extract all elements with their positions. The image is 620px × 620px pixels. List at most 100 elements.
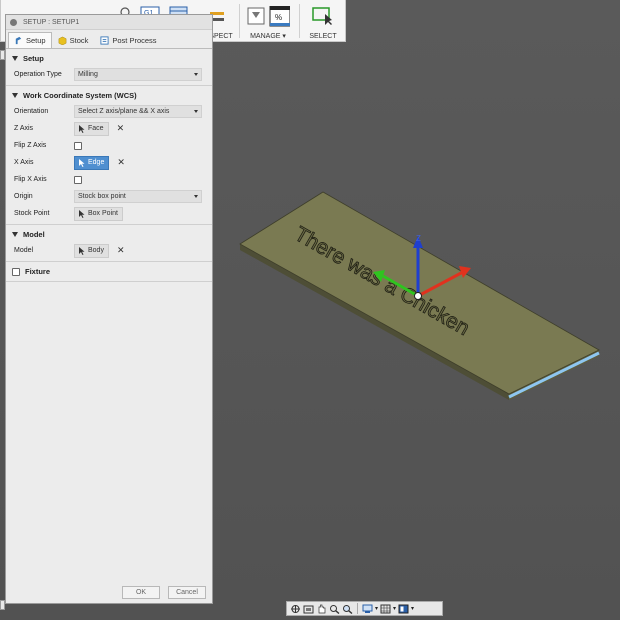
display-settings-icon[interactable] — [362, 604, 373, 614]
pointer-icon — [79, 246, 85, 255]
flip-x-row: Flip X Axis — [6, 171, 212, 188]
3d-viewport[interactable]: There was a Chicken Z — [213, 42, 620, 620]
cancel-button[interactable]: Cancel — [168, 586, 206, 599]
divider — [6, 85, 212, 86]
operation-type-value: Milling — [78, 71, 98, 78]
wcs-section-title: Work Coordinate System (WCS) — [23, 91, 137, 100]
tab-post-process[interactable]: Post Process — [94, 32, 162, 48]
collapse-triangle-icon — [12, 56, 18, 61]
ok-button[interactable]: OK — [122, 586, 160, 599]
setup-tab-icon — [15, 36, 22, 45]
setup-dialog-icon — [10, 18, 17, 26]
operation-type-row: Operation Type Milling — [6, 66, 212, 83]
manage-menu[interactable]: % MANAGE ▾ — [243, 0, 293, 42]
setup-section-title: Setup — [23, 54, 44, 63]
dialog-title: SETUP : SETUP1 — [23, 18, 80, 26]
chevron-down-icon[interactable]: ▾ — [393, 605, 396, 612]
viewports-icon[interactable] — [398, 604, 409, 614]
x-axis-selector[interactable]: Edge — [74, 155, 110, 170]
toolbar-separator — [239, 4, 240, 38]
stock-point-label: Stock Point — [14, 210, 50, 217]
pan-icon[interactable] — [316, 604, 327, 614]
model-row: Model Body ✕ — [6, 242, 212, 259]
tab-setup-label: Setup — [26, 36, 46, 45]
origin-select[interactable]: Stock box point — [74, 190, 202, 203]
z-axis-label: Z — [416, 234, 421, 243]
tab-stock[interactable]: Stock — [52, 32, 95, 48]
fixture-section-title: Fixture — [25, 267, 51, 276]
manage-icons: % — [247, 6, 290, 27]
z-axis-selector[interactable]: Face — [74, 121, 109, 136]
z-axis-label: Z Axis — [14, 125, 34, 132]
stock-point-row: Stock Point Box Point — [6, 205, 212, 222]
grid-icon[interactable] — [380, 604, 391, 614]
dialog-tabs: Setup Stock Post Process — [6, 32, 212, 49]
x-axis-value: Edge — [88, 159, 105, 166]
clear-x-axis-button[interactable]: ✕ — [117, 157, 125, 168]
zoom-icon[interactable] — [329, 604, 340, 614]
collapse-triangle-icon — [12, 93, 18, 98]
model-label: Model — [14, 247, 34, 254]
dropdown-arrow-icon — [194, 110, 198, 113]
x-axis-row: X Axis Edge ✕ — [6, 154, 212, 171]
setup-section-header[interactable]: Setup — [6, 51, 212, 66]
model-section-header[interactable]: Model — [6, 227, 212, 242]
clear-model-button[interactable]: ✕ — [117, 245, 125, 256]
manage-label: MANAGE ▾ — [250, 33, 286, 40]
setup-dialog: SETUP : SETUP1 Setup Stock Post Process … — [5, 14, 213, 604]
stock-point-selector[interactable]: Box Point — [74, 206, 123, 221]
zoom-window-icon[interactable] — [342, 604, 353, 614]
flip-x-checkbox[interactable] — [74, 175, 82, 184]
dialog-footer: OK Cancel — [122, 586, 206, 599]
flip-z-checkbox[interactable] — [74, 141, 82, 150]
select-label: SELECT — [309, 33, 337, 40]
pointer-icon — [79, 209, 85, 218]
dropdown-arrow-icon — [194, 73, 198, 76]
select-menu[interactable]: SELECT — [303, 0, 343, 42]
wcs-origin-point[interactable] — [414, 292, 422, 300]
orientation-row: Orientation Select Z axis/plane && X axi… — [6, 103, 212, 120]
stock-point-value: Box Point — [88, 210, 118, 217]
chevron-down-icon[interactable]: ▾ — [411, 605, 414, 612]
tab-post-process-label: Post Process — [112, 36, 157, 45]
z-axis-row: Z Axis Face ✕ — [6, 120, 212, 137]
clear-z-axis-button[interactable]: ✕ — [117, 123, 125, 134]
dropdown-arrow-icon — [194, 195, 198, 198]
fixture-section-header[interactable]: Fixture — [6, 264, 212, 279]
flip-z-label: Flip Z Axis — [14, 142, 47, 149]
chevron-down-icon[interactable]: ▾ — [375, 605, 378, 612]
orientation-label: Orientation — [14, 108, 49, 115]
model-selector[interactable]: Body — [74, 243, 109, 258]
wcs-section-header[interactable]: Work Coordinate System (WCS) — [6, 88, 212, 103]
pointer-icon — [79, 124, 85, 133]
pointer-icon — [79, 158, 85, 167]
navigation-bar: ▾ ▾ ▾ — [286, 601, 443, 616]
flip-z-row: Flip Z Axis — [6, 137, 212, 154]
dialog-title-bar[interactable]: SETUP : SETUP1 — [6, 15, 212, 30]
svg-text:%: % — [275, 13, 282, 22]
model-section-title: Model — [23, 230, 45, 239]
navbar-separator — [357, 603, 358, 614]
post-process-tab-icon — [100, 36, 109, 45]
collapse-triangle-icon — [12, 232, 18, 237]
divider — [6, 261, 212, 262]
origin-row: Origin Stock box point — [6, 188, 212, 205]
x-axis-label: X Axis — [14, 159, 34, 166]
tab-setup[interactable]: Setup — [8, 32, 52, 48]
z-axis-value: Face — [88, 125, 104, 132]
orientation-value: Select Z axis/plane && X axis — [78, 108, 170, 115]
divider — [6, 224, 212, 225]
model-value: Body — [88, 247, 104, 254]
flip-x-label: Flip X Axis — [14, 176, 47, 183]
origin-label: Origin — [14, 193, 33, 200]
tab-stock-label: Stock — [69, 36, 89, 45]
orientation-select[interactable]: Select Z axis/plane && X axis — [74, 105, 202, 118]
stock-tab-icon — [58, 36, 66, 45]
orbit-icon[interactable] — [290, 604, 301, 614]
look-at-icon[interactable] — [303, 604, 314, 614]
operation-type-select[interactable]: Milling — [74, 68, 202, 81]
divider — [6, 281, 212, 282]
origin-value: Stock box point — [78, 193, 126, 200]
fixture-checkbox[interactable] — [12, 267, 20, 276]
select-icon — [312, 7, 332, 25]
